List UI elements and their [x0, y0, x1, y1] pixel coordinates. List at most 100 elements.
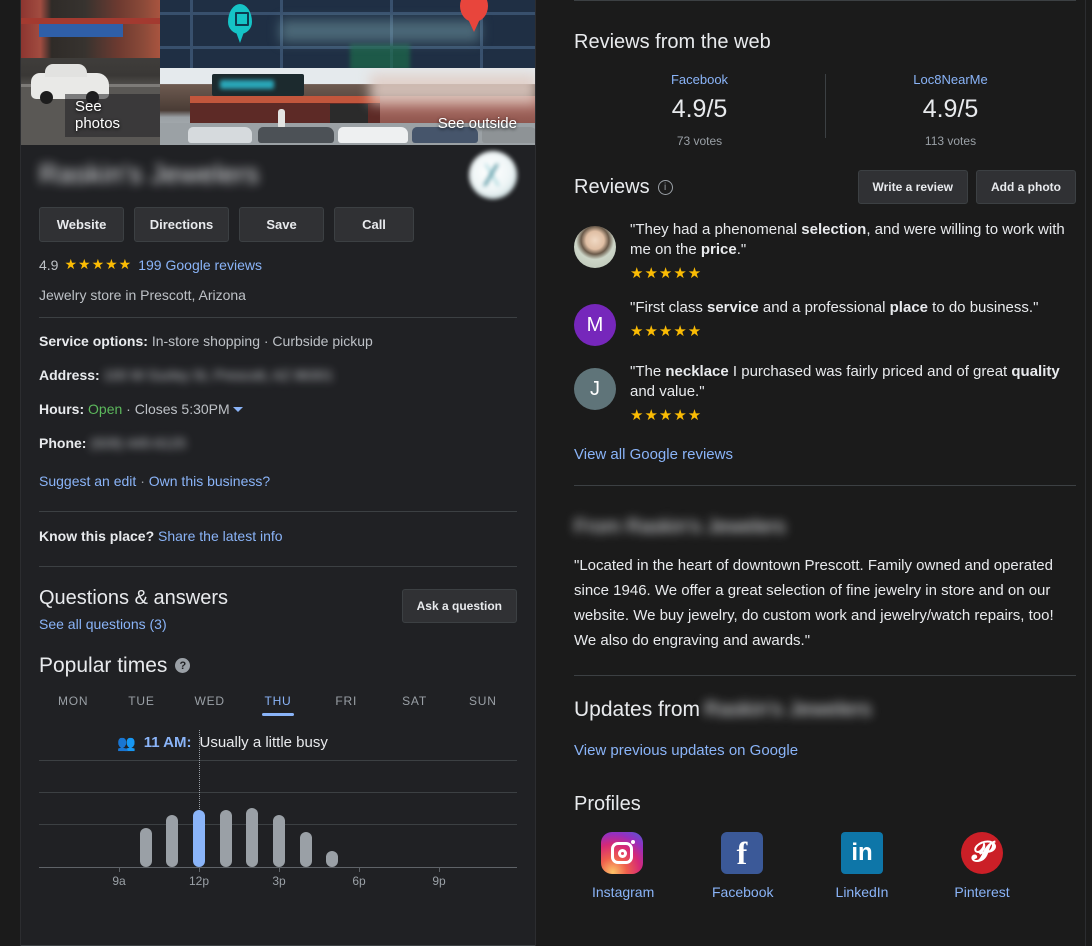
service-options-row: Service options: In-store shopping · Cur… [39, 332, 517, 351]
map-pin-business-icon[interactable] [460, 0, 488, 32]
info-icon[interactable]: i [657, 179, 673, 195]
day-tab-sun[interactable]: SUN [449, 694, 517, 716]
share-latest-info-link[interactable]: Share the latest info [158, 528, 283, 544]
updates-title-prefix: Updates from [574, 698, 701, 721]
profile-linkedin[interactable]: in LinkedIn [832, 832, 892, 900]
callout-description: Usually a little busy [199, 734, 328, 752]
page-title: Raskin's Jewelers [39, 159, 260, 189]
web-source-votes: 113 votes [924, 134, 977, 148]
google-reviews-link[interactable]: 199 Google reviews [138, 257, 262, 273]
map-park-shape [350, 44, 410, 68]
right-column: Reviews from the web Facebook 4.9/5 73 v… [556, 0, 1092, 946]
see-photos-label[interactable]: See photos [65, 94, 160, 137]
phone-value: (928) 445-6125 [90, 434, 187, 451]
x-tick [199, 866, 200, 872]
title-block: Raskin's Jewelers Website Directions Sav… [21, 145, 535, 303]
write-a-review-button[interactable]: Write a review [857, 170, 969, 204]
chart-bar[interactable] [193, 810, 205, 867]
reviews-title: Reviews [574, 175, 650, 198]
avatar: M [574, 304, 616, 346]
view-previous-updates-link[interactable]: View previous updates on Google [574, 742, 1076, 759]
updates-business-name: Raskin's Jewelers [704, 698, 872, 721]
hours-row[interactable]: Hours: Open · Closes 5:30PM [39, 400, 517, 419]
own-this-business-link[interactable]: Own this business? [149, 473, 270, 489]
profile-pinterest[interactable]: 𝓟 Pinterest [952, 832, 1012, 900]
chart-bar[interactable] [219, 810, 232, 867]
knowledge-panel: See photos See outside Raskin's Jewelers… [0, 0, 1092, 946]
chart-bar[interactable] [273, 814, 285, 867]
web-source-link[interactable]: Facebook [574, 72, 825, 87]
right-content: Reviews from the web Facebook 4.9/5 73 v… [574, 0, 1076, 900]
x-tick-label: 12p [188, 873, 210, 888]
website-button[interactable]: Website [39, 207, 124, 242]
know-this-place-row: Know this place? Share the latest info [21, 512, 535, 544]
save-button[interactable]: Save [239, 207, 324, 242]
chart-bar[interactable] [166, 814, 179, 867]
profile-instagram[interactable]: Instagram [592, 832, 654, 900]
review-item: "They had a phenomenal selection, and we… [574, 220, 1076, 282]
updates-block: Updates from Raskin's Jewelers View prev… [574, 698, 1076, 759]
day-tab-tue[interactable]: TUE [107, 694, 175, 716]
day-tabs: MON TUE WED THU FRI SAT SUN [39, 694, 517, 716]
storefront-photo[interactable]: See photos [21, 0, 160, 145]
ask-a-question-button[interactable]: Ask a question [401, 588, 517, 623]
business-logo-avatar[interactable] [469, 151, 517, 199]
address-label: Address: [39, 366, 100, 383]
web-reviews-grid: Facebook 4.9/5 73 votes Loc8NearMe 4.9/5… [574, 72, 1076, 148]
add-a-photo-button[interactable]: Add a photo [976, 170, 1076, 204]
x-tick [119, 866, 120, 872]
map-thumbnail[interactable] [160, 0, 535, 68]
day-tab-sat[interactable]: SAT [380, 694, 448, 716]
day-tab-mon[interactable]: MON [39, 694, 107, 716]
chevron-down-icon[interactable] [232, 406, 243, 412]
reviews-header: Reviews i Write a review Add a photo [574, 170, 1076, 204]
review-stars: ★★★★★ [630, 407, 703, 424]
web-review-source: Facebook 4.9/5 73 votes [574, 72, 825, 148]
chart-bar[interactable] [326, 851, 339, 867]
profile-label: LinkedIn [835, 884, 889, 900]
map-redacted-label [280, 20, 480, 42]
map-road [190, 0, 193, 68]
chart-x-axis: 9a 12p 3p 6p 9p [39, 866, 517, 894]
review-stars: ★★★★★ [630, 323, 703, 340]
see-outside-label[interactable]: See outside [428, 111, 527, 137]
suggest-an-edit-link[interactable]: Suggest an edit [39, 473, 136, 489]
day-tab-fri[interactable]: FRI [312, 694, 380, 716]
x-tick-label: 9a [112, 873, 126, 888]
day-tab-thu[interactable]: THU [244, 694, 312, 716]
call-button[interactable]: Call [334, 207, 414, 242]
rating-stars: ★★★★★ [64, 256, 133, 272]
car-shape [258, 127, 334, 143]
map-pin-museum-icon[interactable] [228, 4, 252, 43]
help-icon[interactable]: ? [175, 658, 191, 674]
directions-button[interactable]: Directions [134, 207, 229, 242]
review-list: "They had a phenomenal selection, and we… [574, 220, 1076, 424]
from-business-description: "Located in the heart of downtown Presco… [574, 557, 1054, 649]
instagram-icon [601, 832, 643, 874]
phone-label: Phone: [39, 434, 87, 451]
day-tab-wed[interactable]: WED [176, 694, 244, 716]
review-text: "The necklace I purchased was fairly pri… [630, 363, 1060, 400]
review-text: "They had a phenomenal selection, and we… [630, 221, 1065, 258]
updates-title: Updates from Raskin's Jewelers [574, 698, 1076, 722]
chart-bar[interactable] [299, 832, 312, 867]
car-shape [188, 127, 252, 143]
streetview-thumbnail[interactable]: See outside [160, 68, 535, 145]
web-source-score: 4.9/5 [671, 95, 728, 123]
profile-facebook[interactable]: f Facebook [712, 832, 773, 900]
popular-times-chart[interactable] [39, 729, 517, 868]
chart-bar[interactable] [246, 808, 259, 867]
profiles-block: Profiles Instagram f Facebook in LinkedI… [574, 793, 1076, 900]
chart-bar[interactable] [139, 827, 152, 867]
pedestrian-shape [278, 109, 285, 129]
web-source-link[interactable]: Loc8NearMe [825, 72, 1076, 87]
people-icon: 👥 [117, 734, 136, 752]
from-business-title: From Raskin's Jewelers [574, 516, 786, 538]
map-and-streetview: See outside [160, 0, 535, 145]
link-separator: · [140, 472, 145, 489]
rating-row: 4.9 ★★★★★ 199 Google reviews [39, 256, 517, 273]
avatar: J [574, 368, 616, 410]
pinterest-icon: 𝓟 [961, 832, 1003, 874]
rating-value: 4.9 [39, 256, 59, 273]
view-all-google-reviews-link[interactable]: View all Google reviews [574, 446, 1076, 463]
